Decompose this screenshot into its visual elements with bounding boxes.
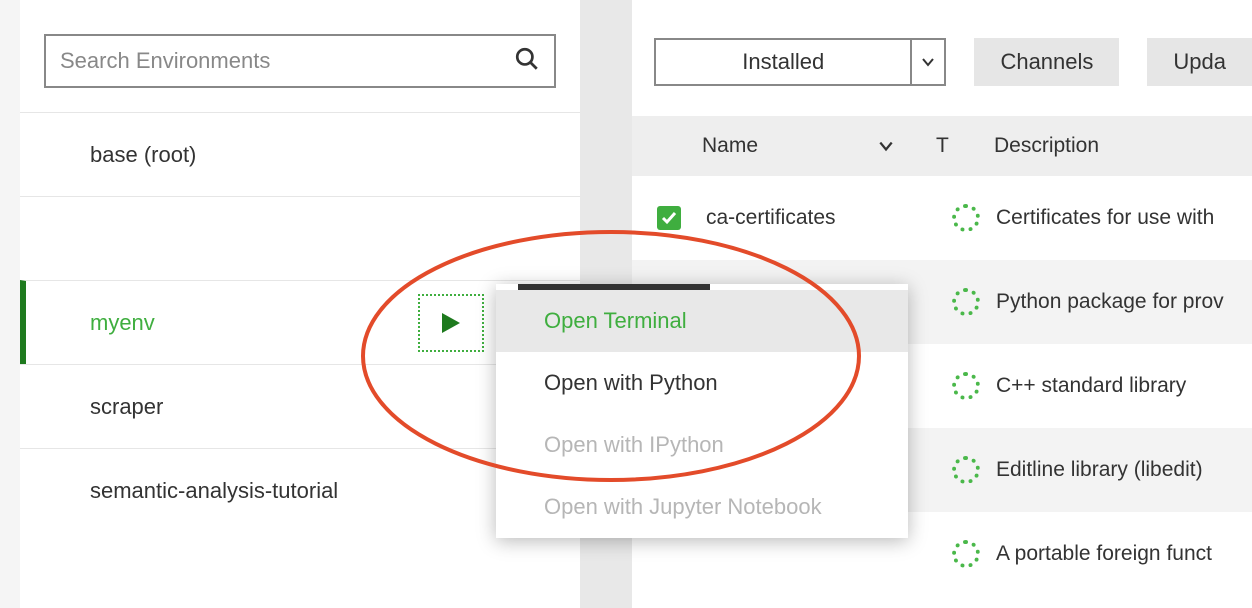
search-icon xyxy=(514,46,540,77)
env-item-base[interactable]: base (root) xyxy=(20,112,580,196)
play-button[interactable] xyxy=(418,294,484,352)
package-description: Python package for prov xyxy=(996,290,1252,314)
search-box[interactable] xyxy=(44,34,556,88)
environment-context-menu: Open Terminal Open with Python Open with… xyxy=(496,284,908,538)
package-description: A portable foreign funct xyxy=(996,542,1252,566)
spinner-icon xyxy=(952,456,980,484)
package-status xyxy=(936,456,996,484)
package-description: Certificates for use with xyxy=(996,206,1252,230)
env-name-label: myenv xyxy=(90,310,155,336)
spinner-icon xyxy=(952,204,980,232)
menu-item-open-jupyter: Open with Jupyter Notebook xyxy=(496,476,908,538)
package-status xyxy=(936,540,996,568)
column-header-description[interactable]: Description xyxy=(974,134,1099,158)
package-status xyxy=(936,204,996,232)
column-header-t[interactable]: T xyxy=(936,134,974,158)
package-status xyxy=(936,288,996,316)
play-icon xyxy=(440,311,462,335)
menu-item-open-ipython: Open with IPython xyxy=(496,414,908,476)
package-row[interactable]: ca-certificates Certificates for use wit… xyxy=(632,176,1252,260)
filter-selected-label: Installed xyxy=(656,49,910,75)
spinner-icon xyxy=(952,540,980,568)
chevron-down-icon xyxy=(910,40,944,84)
env-name-label: semantic-analysis-tutorial xyxy=(90,478,338,504)
menu-item-open-python[interactable]: Open with Python xyxy=(496,352,908,414)
spinner-icon xyxy=(952,372,980,400)
column-header-name[interactable]: Name xyxy=(632,134,936,158)
package-description: Editline library (libedit) xyxy=(996,458,1252,482)
packages-toolbar: Installed Channels Upda xyxy=(632,0,1252,116)
search-container xyxy=(20,0,580,112)
package-checkbox[interactable] xyxy=(632,206,706,230)
filter-select[interactable]: Installed xyxy=(654,38,946,86)
env-item-spacer xyxy=(20,196,580,280)
search-input[interactable] xyxy=(60,48,514,74)
package-name: ca-certificates xyxy=(706,206,936,230)
channels-button[interactable]: Channels xyxy=(974,38,1119,86)
check-icon xyxy=(657,206,681,230)
packages-table-header: Name T Description xyxy=(632,116,1252,176)
env-name-label: base (root) xyxy=(90,142,196,168)
chevron-down-icon xyxy=(878,134,894,158)
spinner-icon xyxy=(952,288,980,316)
update-button[interactable]: Upda xyxy=(1147,38,1252,86)
package-status xyxy=(936,372,996,400)
env-name-label: scraper xyxy=(90,394,163,420)
package-description: C++ standard library xyxy=(996,374,1252,398)
menu-item-open-terminal[interactable]: Open Terminal xyxy=(496,290,908,352)
